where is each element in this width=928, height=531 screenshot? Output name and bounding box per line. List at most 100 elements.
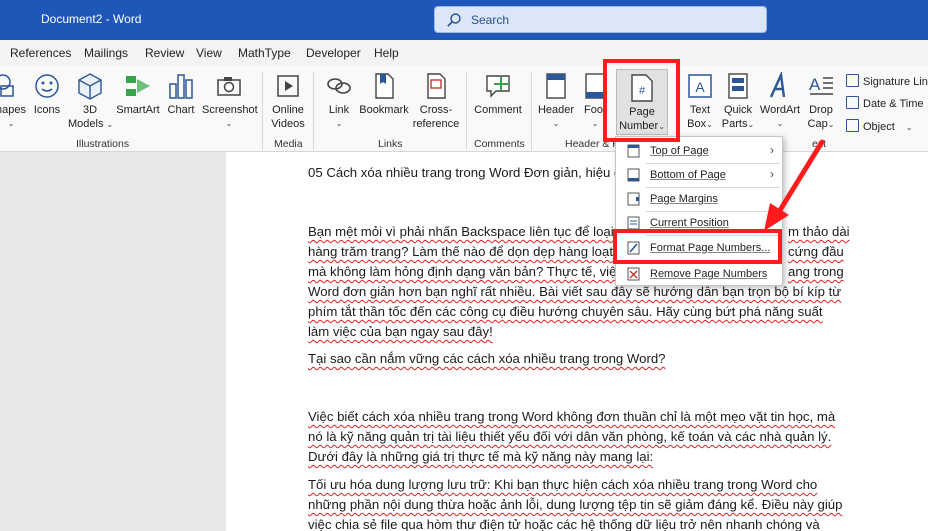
document-line: những phần nội dung thừa hoặc ảnh lỗi, d… [308, 497, 843, 512]
chart-button[interactable]: Chart [166, 66, 196, 117]
quick-parts-button[interactable]: Quick Parts⌄ [720, 66, 756, 132]
chevron-down-icon: ⌄ [747, 120, 755, 129]
page-icon [627, 192, 640, 206]
group-links: Links [378, 138, 403, 150]
smartart-button[interactable]: SmartArt [116, 66, 160, 117]
signature-line-label: Signature Line [863, 76, 928, 88]
tab-help[interactable]: Help [374, 46, 399, 60]
3d-models-button[interactable]: 3D Models ⌄ [68, 66, 113, 132]
comment-button[interactable]: Comment [472, 66, 524, 117]
document-heading: 05 Cách xóa nhiều trang trong Word Đơn g… [308, 165, 622, 180]
bookmark-icon [375, 73, 394, 99]
document-line: nó là kỹ năng quản trị tài liệu thiết yế… [308, 429, 832, 444]
chart-icon [169, 74, 193, 99]
chevron-down-icon: ⌄ [706, 120, 713, 129]
shapes-button[interactable]: hapes ⌄ [0, 66, 26, 131]
cross-reference-button[interactable]: Cross- reference [412, 66, 460, 131]
chevron-down-icon: ⌄ [552, 119, 560, 128]
smartart-icon [126, 76, 150, 96]
page-icon [627, 144, 640, 158]
text-box-icon: A [688, 74, 712, 98]
svg-text:A: A [809, 75, 821, 94]
menu-item-remove-page-numbers[interactable]: Remove Page Numbers [616, 262, 782, 286]
screenshot-button[interactable]: Screenshot ⌄ [202, 66, 258, 131]
cross-reference-icon [427, 73, 446, 99]
header-label: Header [537, 104, 575, 116]
link-button[interactable]: Link ⌄ [322, 66, 356, 131]
tab-review[interactable]: Review [145, 46, 184, 60]
link-label: Link [328, 104, 350, 116]
cube-icon [78, 73, 102, 100]
search-box[interactable]: Search [434, 6, 767, 33]
page-icon [627, 216, 640, 230]
chevron-down-icon: ⌄ [335, 119, 343, 128]
object-icon [846, 119, 859, 132]
bookmark-button[interactable]: Bookmark [358, 66, 410, 117]
header-icon [546, 73, 566, 99]
tab-references[interactable]: References [10, 46, 71, 60]
tab-mailings[interactable]: Mailings [84, 46, 128, 60]
calendar-icon [846, 96, 859, 109]
date-time-button[interactable]: Date & Time [846, 96, 924, 110]
text-box-button[interactable]: A Text Box⌄ [683, 66, 717, 132]
wordart-label: WordArt [759, 104, 801, 116]
link-icon [327, 78, 351, 94]
icons-label: Icons [33, 104, 61, 116]
group-divider [531, 72, 532, 150]
chart-label: Chart [167, 104, 195, 116]
comment-label: Comment [474, 104, 522, 116]
reference-label: reference [412, 118, 460, 130]
drop-label: Drop [809, 104, 833, 116]
text-label: Text [689, 104, 711, 116]
document-line: Việc biết cách xóa nhiều trang trong Wor… [308, 409, 836, 424]
wordart-button[interactable]: WordArt ⌄ [758, 66, 802, 131]
document-line: làm việc của bạn ngay sau đây! [308, 324, 493, 339]
menu-item-label: Current Position [650, 217, 729, 229]
video-icon [277, 75, 299, 97]
title-bar: Document2 - Word Search [0, 0, 928, 40]
3d-label: 3D [82, 104, 98, 116]
document-subheading: Tại sao cần nắm vững các cách xóa nhiều … [308, 351, 666, 366]
menu-item-label: Page Margins [650, 193, 718, 205]
page-number-highlight [603, 59, 680, 142]
search-placeholder: Search [471, 13, 510, 27]
chevron-down-icon: ⌄ [776, 119, 784, 128]
chevron-down-icon: ⌄ [225, 119, 233, 128]
chevron-down-icon: ⌄ [827, 120, 835, 129]
drop-cap-button[interactable]: A Drop Cap⌄ [804, 66, 838, 132]
wordart-icon [769, 72, 786, 98]
smartart-label: SmartArt [116, 104, 160, 116]
menu-item-label: Top of Page [650, 145, 709, 157]
document-line: việc chia sẻ file qua hòm thư điện tử ho… [308, 517, 820, 531]
document-line: Dưới đây là những giá trị thực tế mà kỹ … [308, 449, 654, 464]
cap-label: Cap [807, 118, 828, 130]
quick-label: Quick [723, 104, 753, 116]
menu-item-label: Bottom of Page [650, 169, 726, 181]
header-button[interactable]: Header ⌄ [537, 66, 575, 131]
signature-line-button[interactable]: Signature Line [846, 74, 928, 88]
tab-view[interactable]: View [196, 46, 222, 60]
remove-page-icon [627, 267, 640, 281]
document-line: ang trong [788, 264, 844, 279]
tab-developer[interactable]: Developer [306, 46, 361, 60]
icons-button[interactable]: Icons [32, 66, 62, 117]
search-icon [447, 13, 461, 27]
group-divider [466, 72, 467, 150]
shapes-label: hapes [0, 104, 26, 116]
ribbon-tabs: References Mailings Review View MathType… [0, 40, 928, 66]
quick-parts-icon [728, 73, 748, 99]
document-line: Bạn mệt mỏi vì phải nhấn Backspace liên … [308, 224, 614, 239]
models-label: Models [68, 118, 104, 130]
document-line: hàng trăm trang? Làm thế nào để dọn dẹp … [308, 244, 614, 259]
date-time-label: Date & Time [863, 98, 924, 110]
parts-label: Parts [721, 118, 748, 130]
group-comments: Comments [474, 138, 525, 150]
menu-item-label: Remove Page Numbers [650, 268, 768, 280]
object-button[interactable]: Object ⌄ [846, 119, 913, 133]
shapes-icon [0, 74, 14, 97]
window-title: Document2 - Word [41, 12, 142, 26]
page-icon [627, 168, 640, 182]
online-videos-button[interactable]: Online Videos [268, 66, 308, 131]
tab-mathtype[interactable]: MathType [238, 46, 291, 60]
icons-icon [35, 74, 59, 98]
